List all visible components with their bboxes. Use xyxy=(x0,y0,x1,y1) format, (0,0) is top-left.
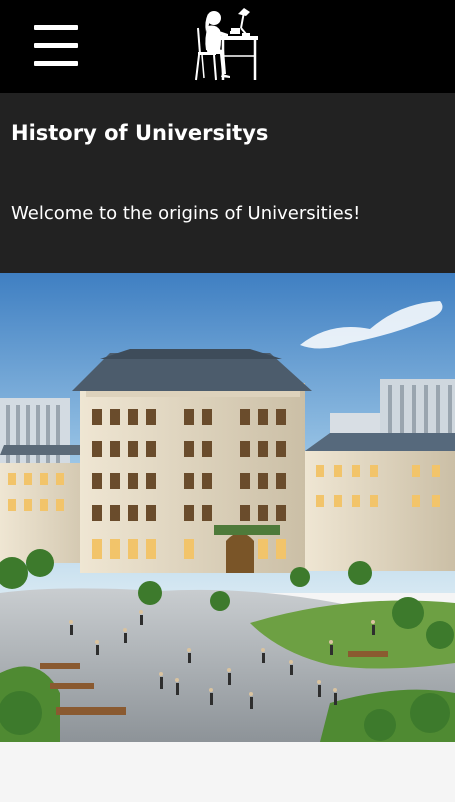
student-at-desk-logo[interactable] xyxy=(186,4,262,82)
menu-bar-line xyxy=(34,43,78,48)
welcome-text: Welcome to the origins of Universities! xyxy=(11,203,361,224)
menu-bar-line xyxy=(34,61,78,66)
hamburger-menu-icon[interactable] xyxy=(34,25,78,69)
hero-section: History of Universitys Welcome to the or… xyxy=(0,93,455,273)
page-title: History of Universitys xyxy=(11,121,269,145)
page-background xyxy=(0,742,455,802)
campus-illustration xyxy=(0,273,455,742)
menu-bar-line xyxy=(34,25,78,30)
top-navigation-bar xyxy=(0,0,455,93)
